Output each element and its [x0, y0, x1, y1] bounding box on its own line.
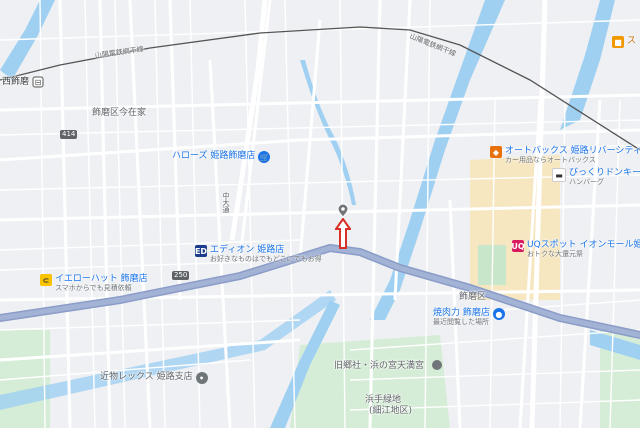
poi-edion[interactable]: ED エディオン 姫路店 お好きなものはでもどこにでもお得 [195, 245, 322, 263]
area-label-imazaike: 飾磨区今在家 [92, 108, 147, 118]
poi-kintetsu-rex[interactable]: 近物レックス 姫路支店 • [100, 372, 208, 384]
uq-logo-icon: UQ [511, 240, 525, 252]
road-label-vertical: 中大通 [222, 192, 230, 213]
shopping-cart-icon: 🛒 [258, 151, 271, 163]
poi-hello-works[interactable]: ハローズ 姫路飾磨店 🛒 [172, 151, 271, 163]
poi-yakiniku[interactable]: 焼肉力 飾磨店 最近閲覧した場所 ● [433, 308, 505, 326]
lock-pin-icon: ● [492, 308, 505, 320]
area-label-shikama: 飾磨区 [459, 292, 487, 302]
poi-bikkuri-donkey[interactable]: ▬ びっくりドンキー ハンバーグ [552, 168, 640, 186]
car-shop-icon: ⊂ [40, 274, 52, 286]
red-arrow-icon [334, 217, 352, 254]
road-shield-250: 250 [172, 271, 190, 280]
restaurant-icon: ▬ [552, 168, 566, 182]
map-canvas[interactable]: ⊟ 西飾磨 山陽電鉄網干線 山陽電鉄網干線 飾磨区今在家 飾磨区 中大通 414… [0, 0, 640, 428]
poi-hello-works-name: ハローズ 姫路飾磨店 [172, 151, 256, 161]
station-west-shikama[interactable]: 西飾磨 [2, 77, 29, 87]
area-label-hamate-sub: (細江地区) [369, 406, 413, 416]
edion-logo-icon: ED [194, 245, 208, 257]
poi-uq-spot[interactable]: UQ UQスポット イオンモール姫 おトクな大還元祭 [511, 240, 640, 258]
autobacs-logo-icon: ◆ [490, 146, 502, 158]
poi-autobacs[interactable]: ◆ オートバックス 姫路リバーシティ カー用品ならオートバックス [490, 146, 640, 164]
poi-top-right[interactable]: ■ ス [612, 36, 636, 48]
area-label-hamate: 浜手緑地 [365, 395, 402, 405]
poi-yellow-hat[interactable]: ⊂ イエローハット 飾磨店 スマホからでも見積依頼 [40, 274, 148, 292]
road-shield-414: 414 [60, 130, 78, 139]
map-base-layer: ⊟ [0, 0, 640, 428]
svg-text:⊟: ⊟ [35, 78, 42, 87]
shop-icon: ■ [612, 36, 624, 48]
place-dot-icon: • [195, 372, 208, 384]
shrine-label[interactable]: 旧郷社・浜の宮天満宮 [334, 361, 424, 371]
shrine-icon[interactable] [432, 360, 442, 370]
